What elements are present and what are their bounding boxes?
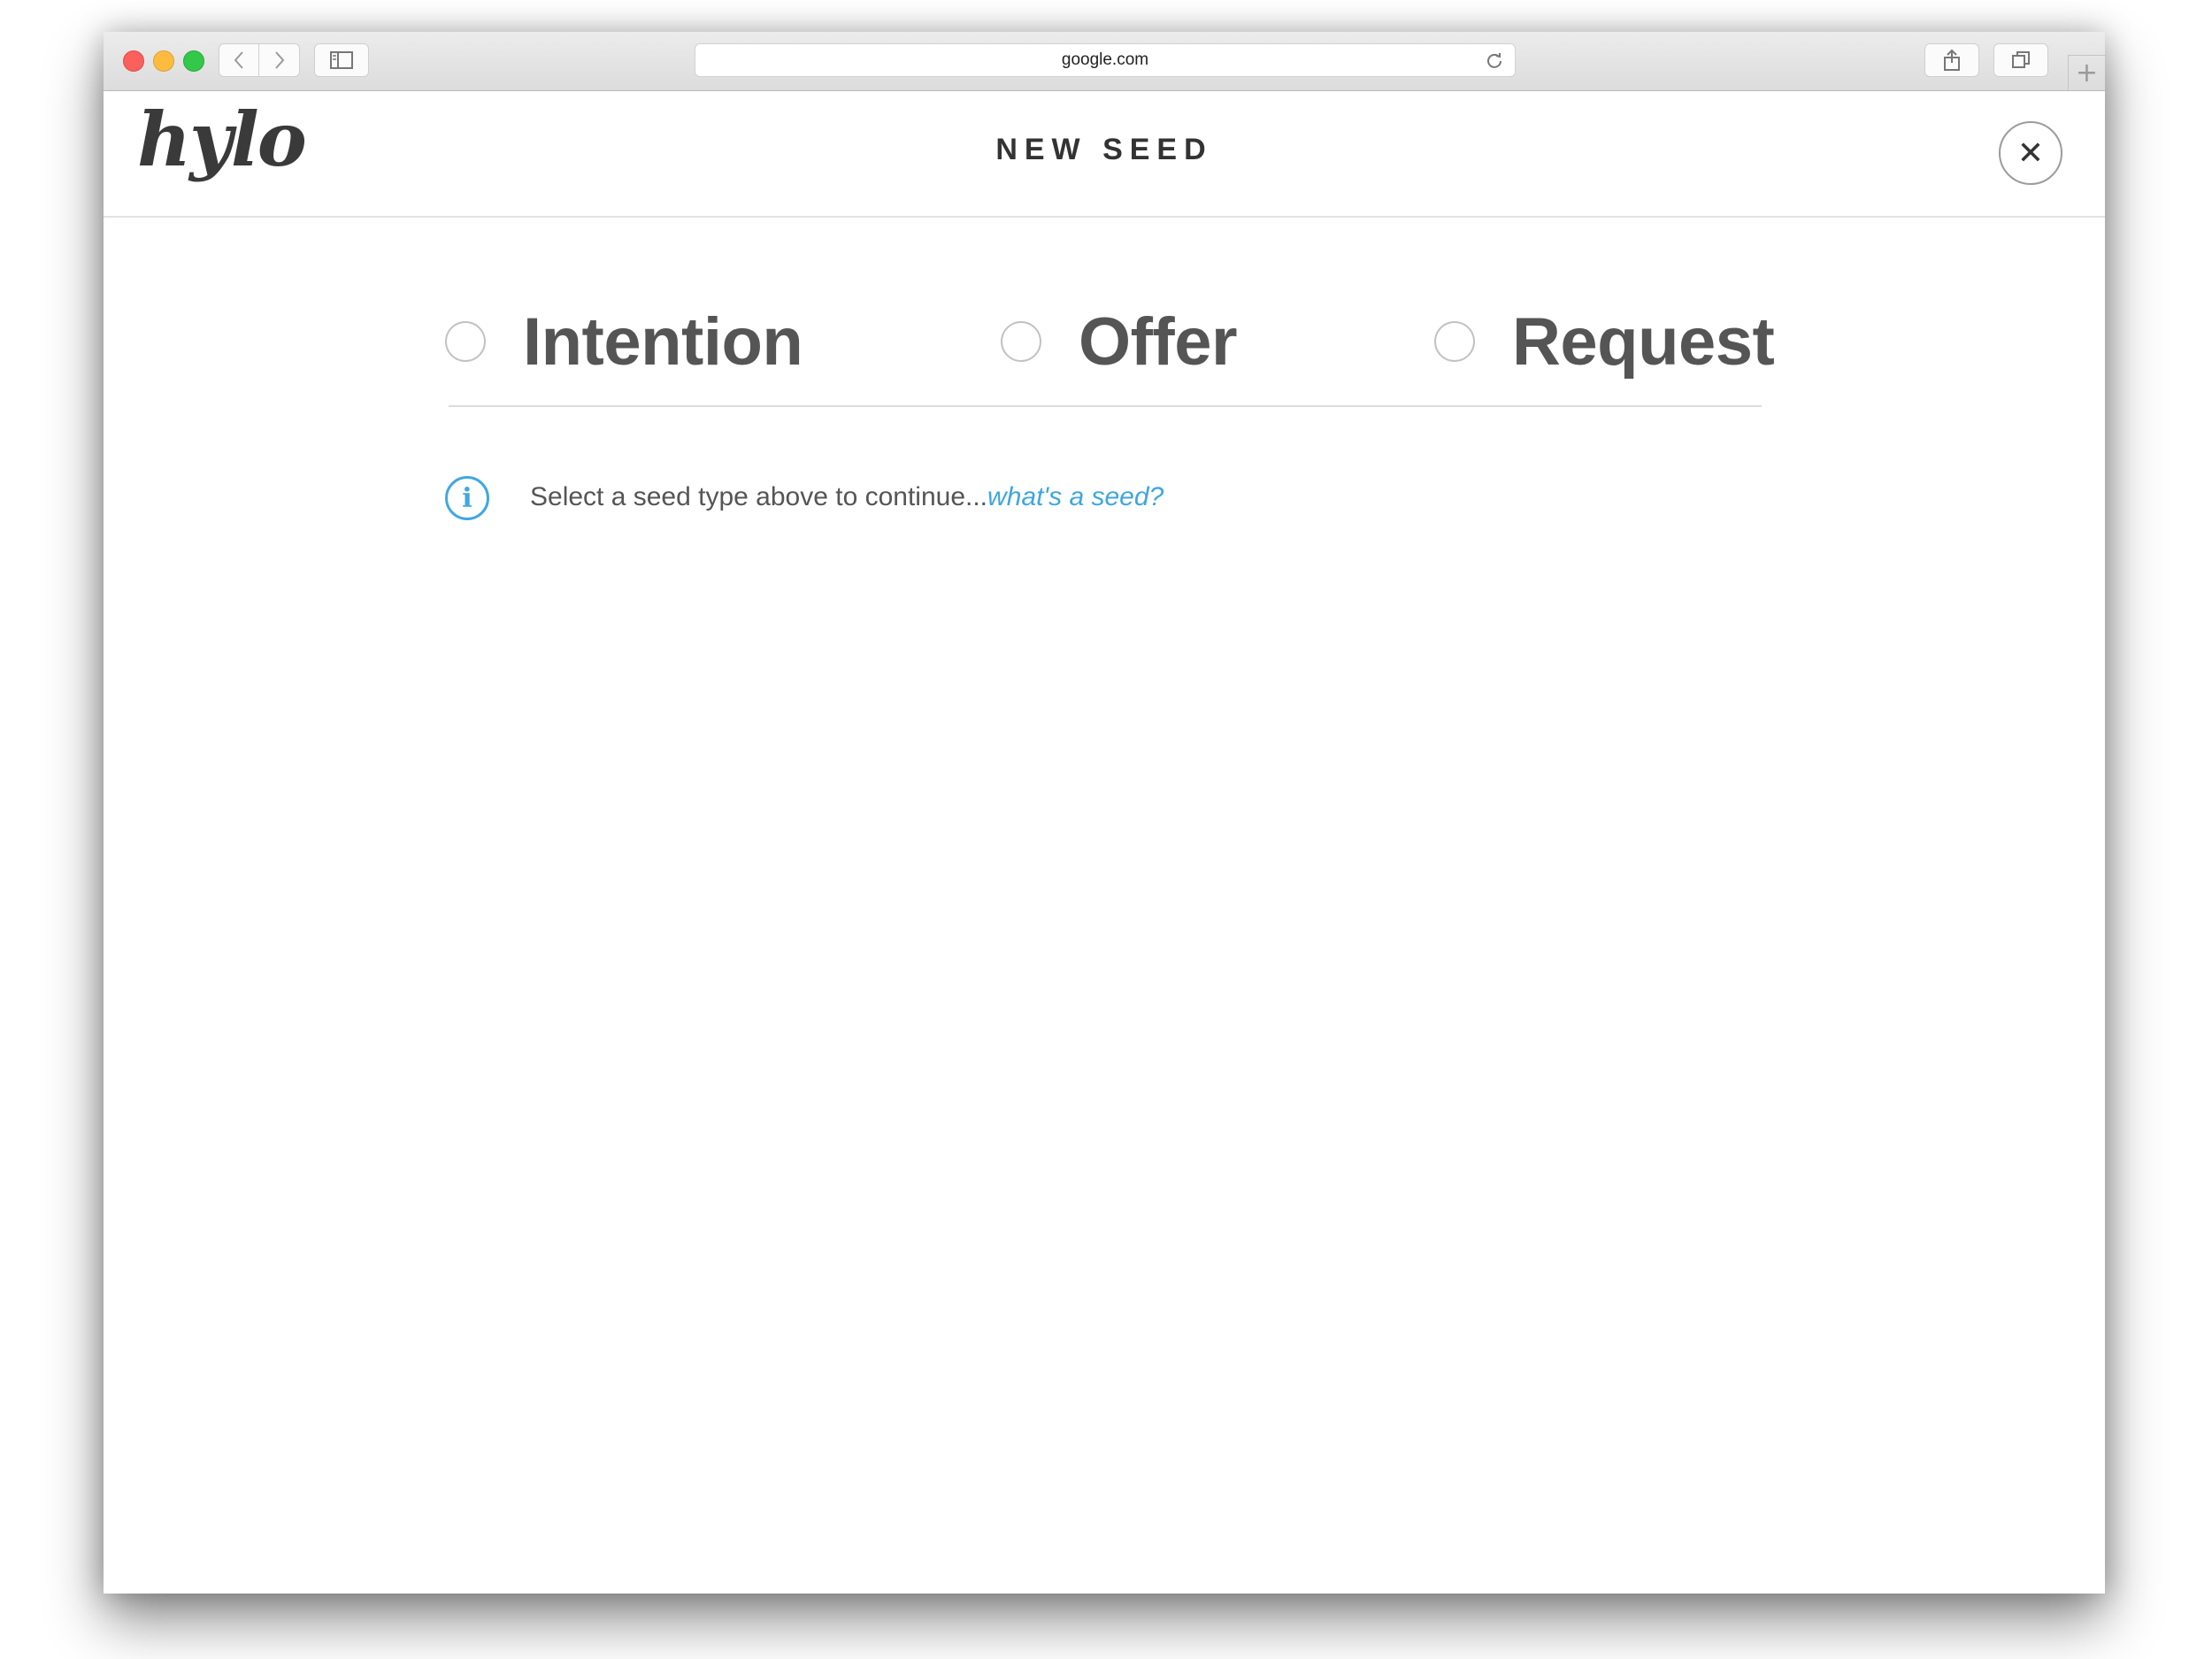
minimize-window-button[interactable] — [153, 50, 174, 72]
forward-button[interactable] — [259, 43, 300, 77]
hint-text: Select a seed type above to continue... — [530, 482, 988, 511]
seed-hint: Select a seed type above to continue...w… — [530, 480, 1164, 515]
radio-offer[interactable] — [1001, 321, 1041, 362]
address-bar[interactable]: google.com — [695, 43, 1516, 77]
close-button[interactable]: ✕ — [1999, 121, 2062, 185]
back-button[interactable] — [219, 43, 259, 77]
app-header: hylo NEW SEED ✕ — [104, 90, 2105, 218]
seed-type-label[interactable]: Request — [1512, 303, 1775, 380]
browser-toolbar: google.com + — [104, 32, 2105, 91]
share-button[interactable] — [1924, 43, 1979, 77]
seed-type-label[interactable]: Offer — [1079, 303, 1238, 380]
info-icon: i — [445, 476, 489, 520]
close-window-button[interactable] — [123, 50, 144, 72]
new-tab-button[interactable]: + — [2068, 55, 2105, 90]
sidebar-icon — [330, 51, 353, 69]
close-icon: ✕ — [2016, 134, 2045, 172]
chevron-left-icon — [234, 51, 243, 69]
share-icon — [1944, 49, 1960, 71]
browser-window: google.com + hylo NEW SEED ✕ Intention O… — [104, 32, 2105, 1594]
whats-a-seed-link[interactable]: what's a seed? — [987, 482, 1164, 511]
seed-type-intention[interactable]: Intention — [445, 297, 803, 386]
radio-intention[interactable] — [445, 321, 486, 362]
seed-type-label[interactable]: Intention — [523, 303, 803, 380]
plus-icon: + — [2075, 58, 2099, 88]
sidebar-button[interactable] — [314, 43, 369, 77]
url-text: google.com — [1061, 50, 1149, 69]
seed-type-request[interactable]: Request — [1434, 297, 1775, 386]
chevron-right-icon — [274, 51, 284, 69]
divider — [449, 405, 1762, 407]
seed-type-offer[interactable]: Offer — [1001, 297, 1238, 386]
tabs-button[interactable] — [1993, 43, 2048, 77]
reload-icon[interactable] — [1485, 50, 1504, 70]
radio-request[interactable] — [1434, 321, 1475, 362]
zoom-window-button[interactable] — [183, 50, 204, 72]
page-title: NEW SEED — [995, 133, 1213, 166]
tabs-icon — [2012, 51, 2030, 68]
